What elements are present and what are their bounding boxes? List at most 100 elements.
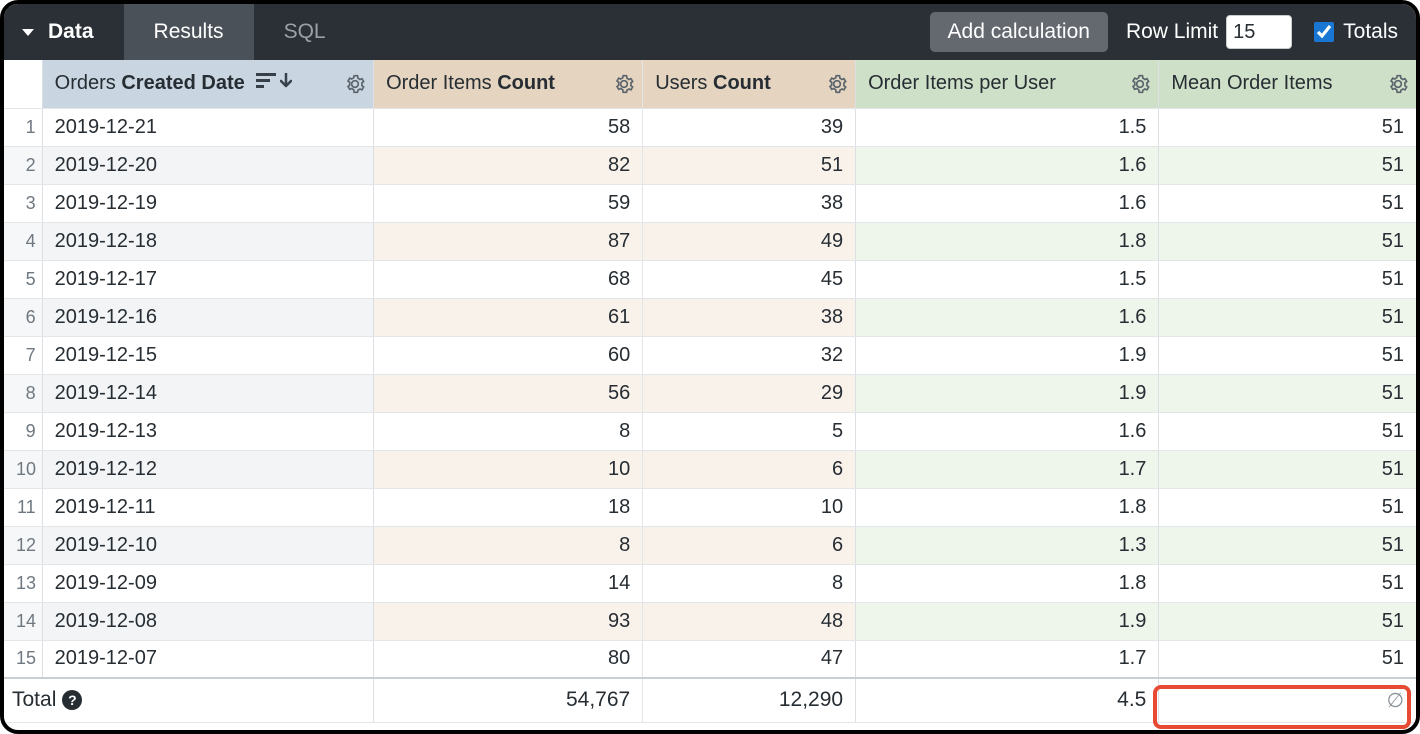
cell-order-items-count[interactable]: 10 <box>374 450 643 488</box>
table-row[interactable]: 152019-12-0780471.751 <box>4 640 1416 678</box>
cell-date[interactable]: 2019-12-21 <box>42 108 373 146</box>
cell-order-items-count[interactable]: 80 <box>374 640 643 678</box>
gear-icon[interactable] <box>345 74 365 94</box>
cell-order-items-per-user[interactable]: 1.3 <box>856 526 1159 564</box>
tab-sql[interactable]: SQL <box>254 4 356 60</box>
cell-users-count[interactable]: 32 <box>643 336 856 374</box>
cell-users-count[interactable]: 6 <box>643 450 856 488</box>
cell-date[interactable]: 2019-12-20 <box>42 146 373 184</box>
tab-results[interactable]: Results <box>124 4 254 60</box>
cell-mean-order-items[interactable]: 51 <box>1159 602 1416 640</box>
cell-mean-order-items[interactable]: 51 <box>1159 374 1416 412</box>
cell-order-items-per-user[interactable]: 1.6 <box>856 412 1159 450</box>
cell-date[interactable]: 2019-12-19 <box>42 184 373 222</box>
cell-order-items-per-user[interactable]: 1.5 <box>856 260 1159 298</box>
table-row[interactable]: 12019-12-2158391.551 <box>4 108 1416 146</box>
cell-mean-order-items[interactable]: 51 <box>1159 222 1416 260</box>
cell-order-items-count[interactable]: 56 <box>374 374 643 412</box>
cell-mean-order-items[interactable]: 51 <box>1159 184 1416 222</box>
gear-icon[interactable] <box>1130 74 1150 94</box>
cell-mean-order-items[interactable]: 51 <box>1159 640 1416 678</box>
cell-date[interactable]: 2019-12-08 <box>42 602 373 640</box>
table-row[interactable]: 72019-12-1560321.951 <box>4 336 1416 374</box>
table-row[interactable]: 82019-12-1456291.951 <box>4 374 1416 412</box>
table-row[interactable]: 142019-12-0893481.951 <box>4 602 1416 640</box>
gear-icon[interactable] <box>1388 74 1408 94</box>
cell-date[interactable]: 2019-12-07 <box>42 640 373 678</box>
cell-users-count[interactable]: 38 <box>643 184 856 222</box>
cell-date[interactable]: 2019-12-18 <box>42 222 373 260</box>
cell-order-items-count[interactable]: 82 <box>374 146 643 184</box>
cell-order-items-count[interactable]: 14 <box>374 564 643 602</box>
totals-label[interactable]: Totals <box>1343 20 1398 44</box>
cell-order-items-per-user[interactable]: 1.5 <box>856 108 1159 146</box>
header-users-count[interactable]: Users Count <box>643 60 856 108</box>
cell-order-items-per-user[interactable]: 1.6 <box>856 184 1159 222</box>
cell-date[interactable]: 2019-12-17 <box>42 260 373 298</box>
cell-mean-order-items[interactable]: 51 <box>1159 260 1416 298</box>
cell-mean-order-items[interactable]: 51 <box>1159 488 1416 526</box>
results-grid[interactable]: Orders Created Date Order Items Count Us… <box>4 60 1416 730</box>
cell-users-count[interactable]: 38 <box>643 298 856 336</box>
tab-data[interactable]: Data <box>4 4 124 60</box>
table-row[interactable]: 42019-12-1887491.851 <box>4 222 1416 260</box>
table-row[interactable]: 122019-12-10861.351 <box>4 526 1416 564</box>
table-row[interactable]: 62019-12-1661381.651 <box>4 298 1416 336</box>
cell-order-items-per-user[interactable]: 1.6 <box>856 298 1159 336</box>
cell-order-items-per-user[interactable]: 1.8 <box>856 222 1159 260</box>
cell-order-items-count[interactable]: 87 <box>374 222 643 260</box>
cell-mean-order-items[interactable]: 51 <box>1159 564 1416 602</box>
cell-users-count[interactable]: 5 <box>643 412 856 450</box>
cell-users-count[interactable]: 39 <box>643 108 856 146</box>
cell-users-count[interactable]: 45 <box>643 260 856 298</box>
cell-mean-order-items[interactable]: 51 <box>1159 146 1416 184</box>
table-row[interactable]: 32019-12-1959381.651 <box>4 184 1416 222</box>
cell-users-count[interactable]: 29 <box>643 374 856 412</box>
cell-date[interactable]: 2019-12-16 <box>42 298 373 336</box>
cell-order-items-count[interactable]: 8 <box>374 526 643 564</box>
cell-mean-order-items[interactable]: 51 <box>1159 108 1416 146</box>
cell-users-count[interactable]: 49 <box>643 222 856 260</box>
table-row[interactable]: 112019-12-1118101.851 <box>4 488 1416 526</box>
cell-order-items-per-user[interactable]: 1.9 <box>856 374 1159 412</box>
cell-date[interactable]: 2019-12-13 <box>42 412 373 450</box>
table-row[interactable]: 52019-12-1768451.551 <box>4 260 1416 298</box>
cell-order-items-count[interactable]: 18 <box>374 488 643 526</box>
cell-date[interactable]: 2019-12-12 <box>42 450 373 488</box>
table-row[interactable]: 22019-12-2082511.651 <box>4 146 1416 184</box>
table-row[interactable]: 92019-12-13851.651 <box>4 412 1416 450</box>
cell-users-count[interactable]: 48 <box>643 602 856 640</box>
cell-users-count[interactable]: 8 <box>643 564 856 602</box>
totals-checkbox[interactable] <box>1314 22 1334 42</box>
cell-date[interactable]: 2019-12-10 <box>42 526 373 564</box>
cell-date[interactable]: 2019-12-14 <box>42 374 373 412</box>
cell-users-count[interactable]: 6 <box>643 526 856 564</box>
cell-order-items-per-user[interactable]: 1.9 <box>856 336 1159 374</box>
cell-order-items-per-user[interactable]: 1.6 <box>856 146 1159 184</box>
cell-mean-order-items[interactable]: 51 <box>1159 450 1416 488</box>
cell-order-items-count[interactable]: 58 <box>374 108 643 146</box>
cell-order-items-count[interactable]: 8 <box>374 412 643 450</box>
cell-order-items-per-user[interactable]: 1.8 <box>856 488 1159 526</box>
cell-order-items-per-user[interactable]: 1.7 <box>856 640 1159 678</box>
cell-order-items-count[interactable]: 68 <box>374 260 643 298</box>
table-row[interactable]: 132019-12-091481.851 <box>4 564 1416 602</box>
table-row[interactable]: 102019-12-121061.751 <box>4 450 1416 488</box>
cell-order-items-count[interactable]: 59 <box>374 184 643 222</box>
cell-users-count[interactable]: 51 <box>643 146 856 184</box>
cell-order-items-count[interactable]: 93 <box>374 602 643 640</box>
cell-users-count[interactable]: 10 <box>643 488 856 526</box>
cell-order-items-per-user[interactable]: 1.9 <box>856 602 1159 640</box>
cell-order-items-per-user[interactable]: 1.8 <box>856 564 1159 602</box>
header-order-items-per-user[interactable]: Order Items per User <box>856 60 1159 108</box>
cell-mean-order-items[interactable]: 51 <box>1159 412 1416 450</box>
add-calculation-button[interactable]: Add calculation <box>930 12 1108 52</box>
row-limit-input[interactable] <box>1226 15 1292 49</box>
header-mean-order-items[interactable]: Mean Order Items <box>1159 60 1416 108</box>
gear-icon[interactable] <box>614 74 634 94</box>
header-order-items-count[interactable]: Order Items Count <box>374 60 643 108</box>
header-created-date[interactable]: Orders Created Date <box>42 60 373 108</box>
cell-order-items-per-user[interactable]: 1.7 <box>856 450 1159 488</box>
help-icon[interactable]: ? <box>62 690 82 710</box>
cell-mean-order-items[interactable]: 51 <box>1159 526 1416 564</box>
